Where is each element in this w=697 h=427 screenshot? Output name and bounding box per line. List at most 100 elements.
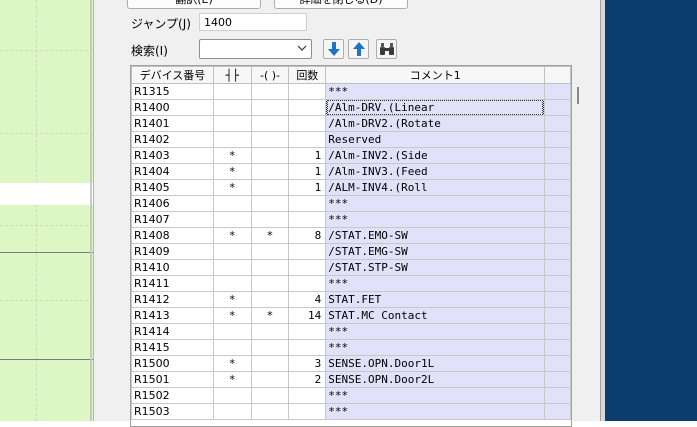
- cell-extra[interactable]: [544, 179, 571, 196]
- table-row[interactable]: R1403 * 1/Alm-INV2.(Side: [131, 147, 571, 164]
- table-row[interactable]: R1411 ***: [131, 275, 571, 292]
- search-next-button[interactable]: [323, 39, 344, 59]
- cell-device[interactable]: R1411: [131, 275, 214, 292]
- cell-extra[interactable]: [544, 371, 571, 388]
- cell-coil[interactable]: [250, 259, 290, 276]
- cell-coil[interactable]: [250, 403, 290, 420]
- cell-coil[interactable]: [250, 163, 290, 180]
- scrollbar-thumb[interactable]: [577, 87, 579, 104]
- cell-device[interactable]: R1315: [131, 83, 214, 100]
- cell-count[interactable]: [288, 195, 327, 212]
- cell-comment1[interactable]: ***: [325, 83, 546, 100]
- cell-device[interactable]: R1413: [131, 307, 214, 324]
- cell-device[interactable]: R1405: [131, 179, 214, 196]
- column-header-device[interactable]: デバイス番号: [131, 66, 214, 84]
- cell-device[interactable]: R1406: [131, 195, 214, 212]
- cell-extra[interactable]: [544, 387, 571, 404]
- cell-contact[interactable]: *: [212, 307, 252, 324]
- table-row[interactable]: R1409/STAT.EMG-SW: [131, 243, 571, 260]
- cell-comment1[interactable]: ***: [325, 195, 546, 212]
- cell-comment1[interactable]: /Alm-INV3.(Feed: [325, 163, 546, 180]
- cell-coil[interactable]: [250, 243, 290, 260]
- cell-extra[interactable]: [544, 291, 571, 308]
- cell-device[interactable]: R1501: [131, 371, 214, 388]
- cell-device[interactable]: R1415: [131, 339, 214, 356]
- cell-count[interactable]: [288, 339, 327, 356]
- cell-contact[interactable]: [212, 275, 252, 292]
- cell-device[interactable]: R1404: [131, 163, 214, 180]
- cell-extra[interactable]: [544, 115, 571, 132]
- cell-contact[interactable]: [212, 387, 252, 404]
- cell-comment1[interactable]: STAT.FET: [325, 291, 546, 308]
- cell-count[interactable]: 2: [288, 371, 327, 388]
- cell-contact[interactable]: *: [212, 179, 252, 196]
- table-row[interactable]: R1501 * 2 SENSE.OPN.Door2L: [131, 371, 571, 388]
- cell-comment1[interactable]: STAT.MC Contact: [325, 307, 546, 324]
- cell-comment1[interactable]: SENSE.OPN.Door2L: [325, 371, 546, 388]
- cell-count[interactable]: [288, 387, 327, 404]
- cell-device[interactable]: R1409: [131, 243, 214, 260]
- cell-coil[interactable]: [250, 211, 290, 228]
- cell-extra[interactable]: [544, 339, 571, 356]
- cell-comment1[interactable]: ***: [325, 387, 546, 404]
- column-header-contact[interactable]: ┤├: [212, 66, 252, 84]
- close-details-button[interactable]: 詳細を閉じる(D): [274, 0, 408, 9]
- cell-extra[interactable]: [544, 259, 571, 276]
- cell-extra[interactable]: [544, 83, 571, 100]
- cell-comment1[interactable]: /Alm-DRV2.(Rotate: [325, 115, 546, 132]
- cell-extra[interactable]: [544, 307, 571, 324]
- cell-count[interactable]: [288, 115, 327, 132]
- cell-device[interactable]: R1402: [131, 131, 214, 148]
- cell-count[interactable]: 8: [288, 227, 327, 244]
- cell-comment1[interactable]: /Alm-DRV.(Linear: [325, 99, 546, 116]
- cell-contact[interactable]: [212, 243, 252, 260]
- column-header-coil[interactable]: -( )-: [250, 66, 290, 84]
- cell-extra[interactable]: [544, 147, 571, 164]
- table-row[interactable]: R1503 ***: [131, 403, 571, 420]
- cell-coil[interactable]: *: [250, 227, 290, 244]
- table-row[interactable]: R1315 ***: [131, 83, 571, 100]
- cell-coil[interactable]: *: [250, 307, 290, 324]
- table-row[interactable]: R1404 * 1/Alm-INV3.(Feed: [131, 163, 571, 180]
- cell-contact[interactable]: [212, 339, 252, 356]
- table-row[interactable]: R1407 ***: [131, 211, 571, 228]
- cell-contact[interactable]: [212, 403, 252, 420]
- cell-comment1[interactable]: ***: [325, 403, 546, 420]
- table-row[interactable]: R1414 ***: [131, 323, 571, 340]
- table-row[interactable]: R1401/Alm-DRV2.(Rotate: [131, 115, 571, 132]
- cell-contact[interactable]: *: [212, 147, 252, 164]
- cell-coil[interactable]: [250, 291, 290, 308]
- cell-coil[interactable]: [250, 195, 290, 212]
- cell-count[interactable]: 1: [288, 163, 327, 180]
- table-row[interactable]: R1412 * 4 STAT.FET: [131, 291, 571, 308]
- cell-device[interactable]: R1503: [131, 403, 214, 420]
- table-row[interactable]: R1408 * * 8/STAT.EMO-SW: [131, 227, 571, 244]
- column-header-count[interactable]: 回数: [288, 66, 327, 84]
- cell-count[interactable]: 4: [288, 291, 327, 308]
- table-row[interactable]: R1400/Alm-DRV.(Linear: [131, 99, 571, 116]
- cell-contact[interactable]: [212, 131, 252, 148]
- cell-comment1[interactable]: ***: [325, 275, 546, 292]
- cell-count[interactable]: [288, 83, 327, 100]
- cell-coil[interactable]: [250, 83, 290, 100]
- column-header-comment1[interactable]: コメント1: [325, 66, 546, 84]
- cell-comment1[interactable]: ***: [325, 323, 546, 340]
- table-row[interactable]: R1402 Reserved: [131, 131, 571, 148]
- cell-contact[interactable]: [212, 259, 252, 276]
- cell-comment1[interactable]: ***: [325, 339, 546, 356]
- cell-extra[interactable]: [544, 243, 571, 260]
- cell-contact[interactable]: *: [212, 355, 252, 372]
- cell-count[interactable]: 14: [288, 307, 327, 324]
- cell-coil[interactable]: [250, 131, 290, 148]
- cell-contact[interactable]: [212, 115, 252, 132]
- translate-button[interactable]: 翻訳(E): [127, 0, 261, 9]
- cell-device[interactable]: R1410: [131, 259, 214, 276]
- cell-device[interactable]: R1403: [131, 147, 214, 164]
- cell-count[interactable]: [288, 259, 327, 276]
- cell-device[interactable]: R1407: [131, 211, 214, 228]
- cell-contact[interactable]: *: [212, 163, 252, 180]
- table-row[interactable]: R1405 * 1/ALM-INV4.(Roll: [131, 179, 571, 196]
- cell-count[interactable]: [288, 243, 327, 260]
- cell-device[interactable]: R1500: [131, 355, 214, 372]
- cell-contact[interactable]: [212, 195, 252, 212]
